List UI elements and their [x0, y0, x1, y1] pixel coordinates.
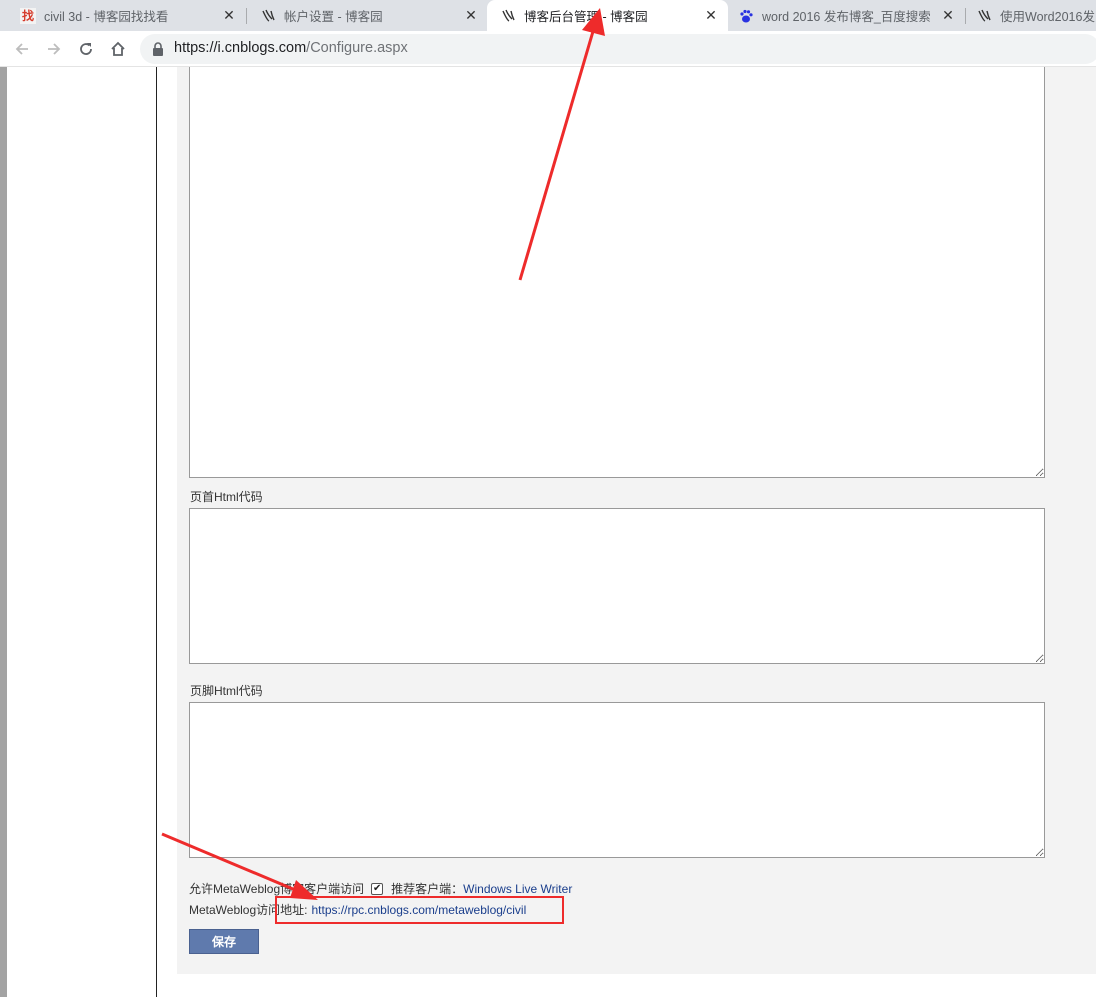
browser-tab-blog-admin[interactable]: 博客后台管理 - 博客园 ✕: [487, 0, 728, 31]
lock-icon: [153, 42, 163, 56]
browser-toolbar: https://i.cnblogs.com/Configure.aspx: [0, 31, 1096, 67]
metaweblog-allow-label: 允许MetaWeblog博客客户端访问: [189, 882, 365, 896]
cnblogs-favicon-icon: [260, 8, 276, 24]
tab-title: word 2016 发布博客_百度搜索: [762, 10, 931, 24]
tab-close-icon[interactable]: ✕: [464, 8, 478, 22]
recommended-client-label: 推荐客户端：: [391, 882, 464, 896]
header-html-textarea[interactable]: [189, 508, 1045, 664]
metaweblog-url-row: MetaWeblog访问地址: https://rpc.cnblogs.com/…: [189, 901, 526, 918]
browser-tab-account-settings[interactable]: 帐户设置 - 博客园 ✕: [247, 0, 488, 31]
cnblogs-favicon-icon: [500, 8, 516, 24]
tab-close-icon[interactable]: ✕: [704, 8, 718, 22]
footer-html-label: 页脚Html代码: [190, 684, 263, 698]
tab-title: 帐户设置 - 博客园: [284, 10, 383, 24]
browser-tab-baidu-search[interactable]: word 2016 发布博客_百度搜索 ✕: [728, 0, 965, 31]
save-button[interactable]: 保存: [189, 929, 259, 954]
tab-close-icon[interactable]: ✕: [941, 8, 955, 22]
browser-tab-civil3d-search[interactable]: 找 civil 3d - 博客园找找看 ✕: [0, 0, 246, 31]
address-bar[interactable]: https://i.cnblogs.com/Configure.aspx: [140, 34, 1096, 64]
baidu-paw-icon: [738, 8, 754, 24]
tab-title: 使用Word2016发: [1000, 10, 1095, 24]
windows-live-writer-link[interactable]: Windows Live Writer: [463, 882, 572, 896]
tab-close-icon[interactable]: ✕: [222, 8, 236, 22]
metaweblog-allow-checkbox[interactable]: ✔: [371, 882, 384, 895]
footer-html-textarea[interactable]: [189, 702, 1045, 858]
browser-tab-strip: 找 civil 3d - 博客园找找看 ✕ 帐户设置 - 博客园 ✕ 博客后台管…: [0, 0, 1096, 31]
header-html-label: 页首Html代码: [190, 490, 263, 504]
custom-css-textarea[interactable]: [189, 67, 1045, 478]
cnblogs-favicon-icon: [976, 8, 992, 24]
metaweblog-allow-row: 允许MetaWeblog博客客户端访问 ✔ 推荐客户端： Windows Liv…: [189, 880, 572, 897]
reload-icon[interactable]: [75, 38, 97, 60]
browser-tab-word2016-post[interactable]: 使用Word2016发: [966, 0, 1096, 31]
home-icon[interactable]: [107, 38, 129, 60]
tab-title: civil 3d - 博客园找找看: [44, 10, 169, 24]
metaweblog-url-label: MetaWeblog访问地址:: [189, 903, 308, 917]
tab-title: 博客后台管理 - 博客园: [524, 10, 648, 24]
left-panel-edge: [0, 67, 7, 997]
config-form-panel: 页首Html代码 页脚Html代码 允许MetaWeblog博客客户端访问 ✔ …: [177, 67, 1096, 974]
left-sidebar-divider: [156, 67, 157, 997]
forward-arrow-icon[interactable]: [43, 38, 65, 60]
find-favicon-icon: 找: [20, 7, 36, 24]
metaweblog-url-link[interactable]: https://rpc.cnblogs.com/metaweblog/civil: [311, 903, 526, 917]
back-arrow-icon[interactable]: [11, 38, 33, 60]
url-text: https://i.cnblogs.com/Configure.aspx: [174, 40, 408, 56]
page-viewport: 页首Html代码 页脚Html代码 允许MetaWeblog博客客户端访问 ✔ …: [0, 67, 1096, 997]
